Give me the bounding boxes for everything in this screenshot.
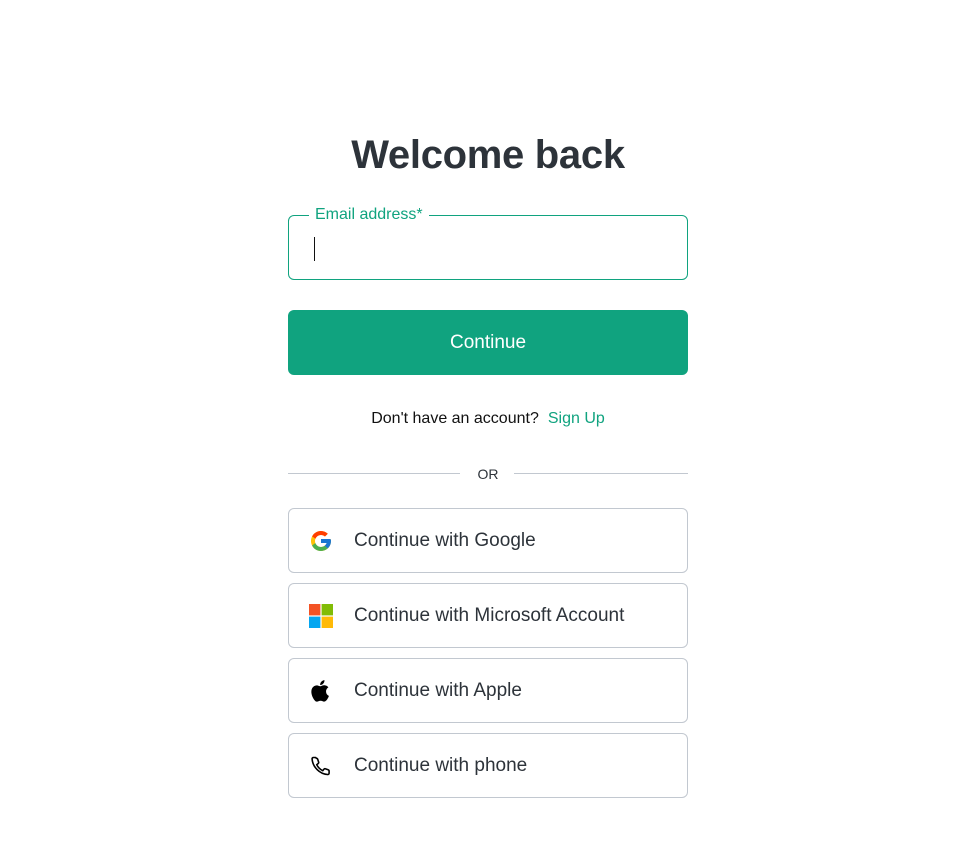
divider-label: OR [477, 466, 499, 482]
phone-button-label: Continue with phone [354, 755, 528, 776]
microsoft-icon [309, 604, 333, 628]
continue-with-microsoft-button[interactable]: Continue with Microsoft Account [288, 583, 688, 648]
signup-prompt-text: Don't have an account? [371, 410, 539, 427]
apple-button-label: Continue with Apple [354, 680, 522, 701]
continue-with-phone-button[interactable]: Continue with phone [288, 733, 688, 798]
divider-line-right [514, 473, 688, 474]
google-icon [309, 529, 333, 553]
signup-prompt-row: Don't have an account? Sign Up [288, 408, 688, 430]
email-field[interactable]: Email address* [288, 206, 688, 280]
apple-icon [309, 679, 333, 703]
email-input[interactable] [289, 216, 687, 279]
text-cursor [314, 237, 315, 261]
or-divider: OR [288, 464, 688, 484]
continue-button[interactable]: Continue [288, 310, 688, 375]
page-title: Welcome back [351, 133, 625, 177]
continue-with-apple-button[interactable]: Continue with Apple [288, 658, 688, 723]
microsoft-button-label: Continue with Microsoft Account [354, 605, 625, 626]
sign-up-link[interactable]: Sign Up [548, 410, 605, 427]
login-page: Welcome back Email address* Continue Don… [0, 0, 968, 864]
continue-with-google-button[interactable]: Continue with Google [288, 508, 688, 573]
google-button-label: Continue with Google [354, 530, 536, 551]
phone-icon [309, 754, 333, 778]
